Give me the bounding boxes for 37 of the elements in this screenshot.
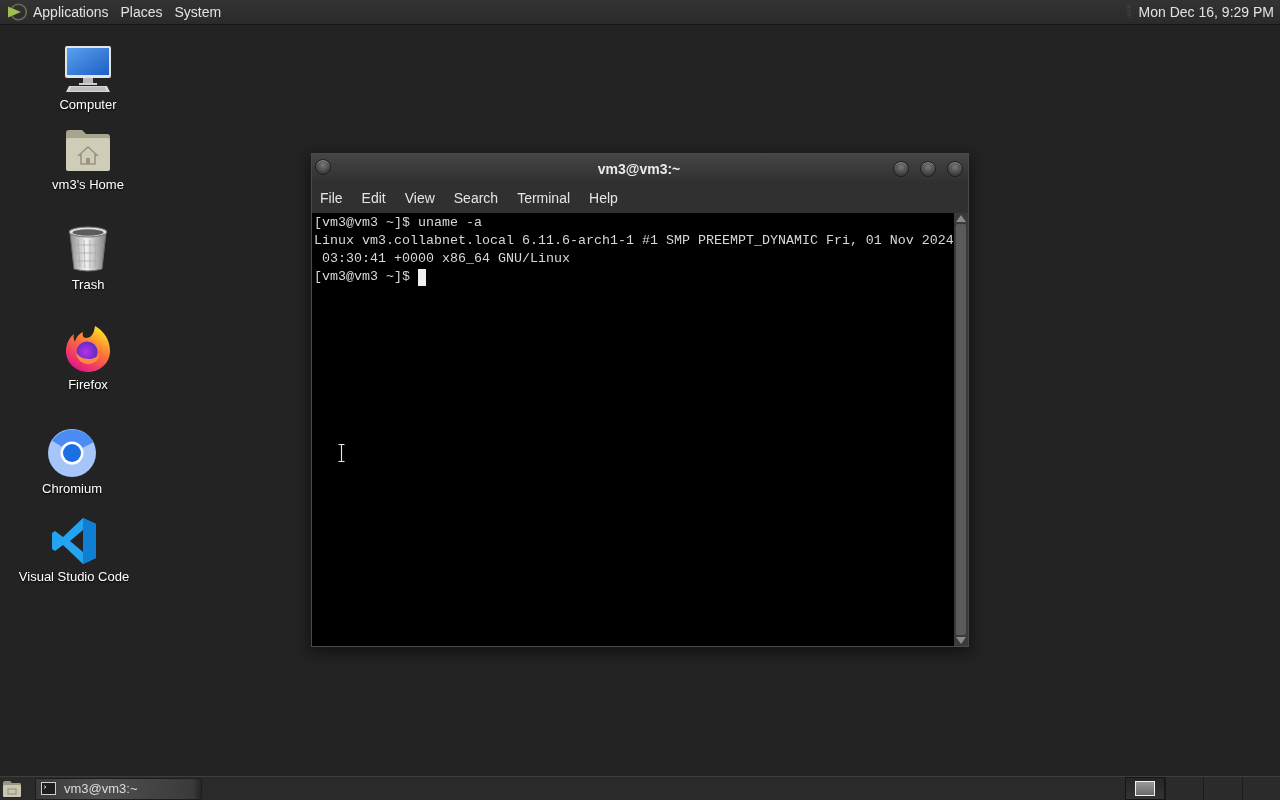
scroll-down-arrow-icon[interactable] xyxy=(956,637,966,644)
window-title: vm3@vm3:~ xyxy=(597,160,681,177)
terminal-line: 03:30:41 +0000 x86_64 GNU/Linux xyxy=(321,250,570,268)
play-ring-logo-icon[interactable] xyxy=(7,2,27,22)
desktop-icon-label[interactable]: Computer xyxy=(59,97,117,113)
round-title-bar-button[interactable] xyxy=(947,160,963,177)
panel-menu[interactable]: System xyxy=(168,0,228,24)
terminal-line: Linux vm3.collabnet.local 6.11.6-arch1-1 #1 SMP PREEMPT_DYNAMIC Fri, 01 Nov 2024 xyxy=(314,232,954,250)
terminal-window-icon xyxy=(41,782,56,795)
desktop-icon-label[interactable]: vm3's Home xyxy=(52,177,124,193)
desktop-folder-icon[interactable] xyxy=(2,779,22,798)
desktop-icon-label[interactable]: Visual Studio Code xyxy=(18,569,130,585)
terminal-line: [vm3@vm3 ~]$ xyxy=(314,268,410,286)
scrollbar[interactable] xyxy=(954,213,968,646)
round-title-bar-button[interactable] xyxy=(315,159,331,175)
ring-logo-icon[interactable] xyxy=(48,429,96,477)
panel-menu[interactable]: Applications xyxy=(27,0,115,24)
clock[interactable]: Mon Dec 16, 9:29 PM xyxy=(1136,4,1276,20)
menu-item[interactable]: Help xyxy=(579,183,628,213)
menu-item[interactable]: Search xyxy=(444,183,508,213)
scrollbar-thumb[interactable] xyxy=(956,224,966,635)
panel-menu[interactable]: Places xyxy=(114,0,169,24)
menu-item[interactable]: View xyxy=(395,183,445,213)
ibeam-pointer-icon xyxy=(338,444,345,462)
flame-globe-icon[interactable] xyxy=(64,325,112,373)
taskbar-window-button[interactable]: vm3@vm3:~ xyxy=(35,777,202,800)
terminal-line: [vm3@vm3 ~]$ uname -a xyxy=(314,214,482,232)
menu-item[interactable]: Edit xyxy=(352,183,396,213)
scroll-up-arrow-icon[interactable] xyxy=(956,215,966,222)
desktop-icon-label[interactable]: Trash xyxy=(71,277,105,293)
menu-item[interactable]: File xyxy=(312,183,353,213)
desktop-icon-label[interactable]: Chromium xyxy=(42,481,102,497)
menu-item[interactable]: Terminal xyxy=(507,183,580,213)
chevron-ribbon-logo-icon[interactable] xyxy=(50,517,98,565)
desktop-icon-label[interactable]: Firefox xyxy=(68,377,108,393)
computer-monitor-icon[interactable] xyxy=(64,45,112,93)
workspace-button[interactable] xyxy=(1125,777,1165,800)
